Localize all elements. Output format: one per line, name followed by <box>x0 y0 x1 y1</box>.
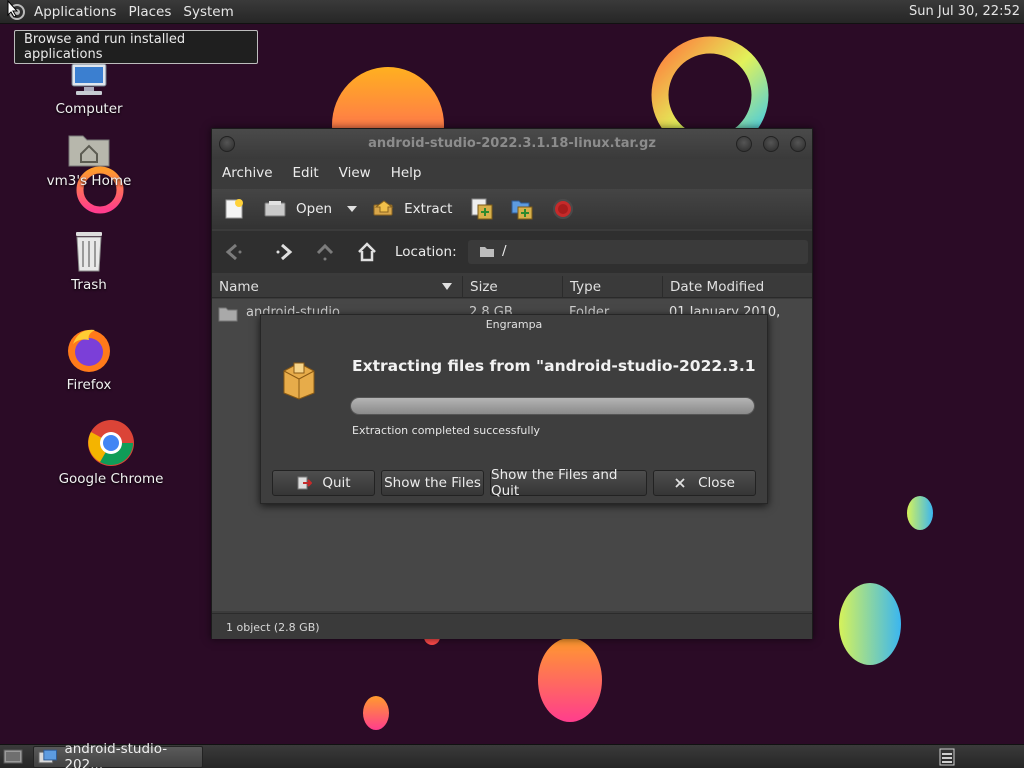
desktop-icon-computer[interactable]: Computer <box>29 60 149 117</box>
taskbar-window-button[interactable]: android-studio-202... <box>33 741 203 768</box>
column-header: Name Size Type Date Modified <box>212 276 812 298</box>
column-size-label: Size <box>470 279 498 295</box>
extract-button-label: Extract <box>404 201 453 217</box>
location-label: Location: <box>395 244 457 260</box>
up-arrow-icon[interactable] <box>315 242 335 264</box>
dialog-status: Extraction completed successfully <box>352 424 541 437</box>
menu-applications[interactable]: Applications <box>28 4 122 20</box>
stop-icon <box>553 199 574 219</box>
show-files-and-quit-button[interactable]: Show the Files and Quit <box>490 467 647 499</box>
menu-places[interactable]: Places <box>122 4 177 20</box>
quit-button-label: Quit <box>322 475 351 491</box>
menu-archive[interactable]: Archive <box>212 165 283 181</box>
desktop-icon-label: Firefox <box>66 377 112 393</box>
close-icon <box>675 478 685 488</box>
home-icon[interactable] <box>356 242 378 262</box>
extract-icon <box>373 200 394 216</box>
menu-help[interactable]: Help <box>381 165 432 181</box>
extraction-dialog: Engrampa Extracting files from "android-… <box>260 314 768 504</box>
archive-manager-icon <box>38 749 57 764</box>
open-archive-icon <box>264 201 286 217</box>
archive-box-icon <box>283 362 315 400</box>
column-type-label: Type <box>570 279 602 295</box>
add-folder-button[interactable] <box>510 197 534 221</box>
dialog-heading: Extracting files from "android-studio-20… <box>352 357 757 375</box>
home-folder-icon <box>68 135 110 167</box>
folder-icon <box>218 307 238 322</box>
desktop-icon-label: Google Chrome <box>58 471 164 487</box>
applications-tooltip: Browse and run installed applications <box>14 30 258 64</box>
desktop-icon-firefox[interactable]: Firefox <box>29 326 149 393</box>
new-archive-button[interactable] <box>223 198 245 220</box>
window-menu-button[interactable] <box>219 136 235 152</box>
column-name-label: Name <box>219 279 259 295</box>
folder-icon <box>480 247 494 257</box>
back-arrow-icon[interactable] <box>222 242 244 262</box>
extraction-progress-bar <box>350 397 755 415</box>
firefox-icon <box>68 329 110 372</box>
trash-icon <box>76 232 102 272</box>
open-dropdown-button[interactable] <box>346 204 358 214</box>
toolbar: Open Extract <box>212 189 812 229</box>
progress-fill <box>351 398 754 414</box>
column-size[interactable]: Size <box>463 276 563 298</box>
computer-icon <box>71 63 107 95</box>
desktop-icon-trash[interactable]: Trash <box>29 228 149 293</box>
show-files-button-label: Show the Files <box>384 475 481 491</box>
desktop-icon-home[interactable]: vm3's Home <box>29 128 149 189</box>
menubar: Archive Edit View Help <box>212 160 812 186</box>
column-type[interactable]: Type <box>563 276 663 298</box>
taskbar-window-label: android-studio-202... <box>64 741 168 768</box>
close-button-label: Close <box>698 475 735 491</box>
mouse-cursor-icon <box>7 0 19 18</box>
dialog-title: Engrampa <box>485 318 543 331</box>
add-folder-icon <box>511 200 533 220</box>
menu-edit[interactable]: Edit <box>283 165 329 181</box>
show-files-button[interactable]: Show the Files <box>381 470 484 496</box>
maximize-button[interactable] <box>763 136 779 152</box>
quit-icon <box>297 476 313 490</box>
bottom-panel: android-studio-202... <box>0 741 1024 768</box>
column-name[interactable]: Name <box>212 276 463 298</box>
chevron-down-icon <box>347 206 358 212</box>
add-files-icon <box>471 198 493 220</box>
quit-button[interactable]: Quit <box>272 470 375 496</box>
close-button[interactable]: Close <box>653 470 756 496</box>
workspace-switcher-icon[interactable] <box>938 748 956 766</box>
location-field[interactable]: / <box>468 240 808 264</box>
close-window-button[interactable] <box>790 136 806 152</box>
desktop-icon-label: Computer <box>55 101 123 117</box>
top-panel: Applications Places System Sun Jul 30, 2… <box>0 0 1024 24</box>
chrome-icon <box>88 420 134 466</box>
menu-system[interactable]: System <box>177 4 239 20</box>
new-document-icon <box>225 199 243 219</box>
location-path: / <box>502 243 507 259</box>
forward-arrow-icon[interactable] <box>274 242 296 262</box>
column-date-modified[interactable]: Date Modified <box>663 276 812 298</box>
minimize-button[interactable] <box>736 136 752 152</box>
location-bar: Location: / <box>212 231 812 273</box>
desktop-icon-label: Trash <box>71 277 107 293</box>
window-titlebar[interactable]: android-studio-2022.3.1.18-linux.tar.gz <box>212 129 812 159</box>
desktop-icon-chrome[interactable]: Google Chrome <box>51 418 171 487</box>
column-date-label: Date Modified <box>670 279 765 295</box>
sort-down-icon <box>442 283 452 290</box>
show-files-and-quit-label: Show the Files and Quit <box>491 467 618 499</box>
show-desktop-icon[interactable] <box>3 748 23 765</box>
desktop-icon-label: vm3's Home <box>46 173 132 189</box>
window-title: android-studio-2022.3.1.18-linux.tar.gz <box>368 136 656 151</box>
extract-button[interactable]: Extract <box>372 199 452 219</box>
add-files-button[interactable] <box>470 197 494 221</box>
menu-view[interactable]: View <box>329 165 381 181</box>
stop-button[interactable] <box>552 198 574 220</box>
clock[interactable]: Sun Jul 30, 22:52 <box>909 4 1020 19</box>
open-button[interactable]: Open <box>263 199 332 219</box>
status-bar: 1 object (2.8 GB) <box>212 613 812 639</box>
open-button-label: Open <box>296 201 333 217</box>
